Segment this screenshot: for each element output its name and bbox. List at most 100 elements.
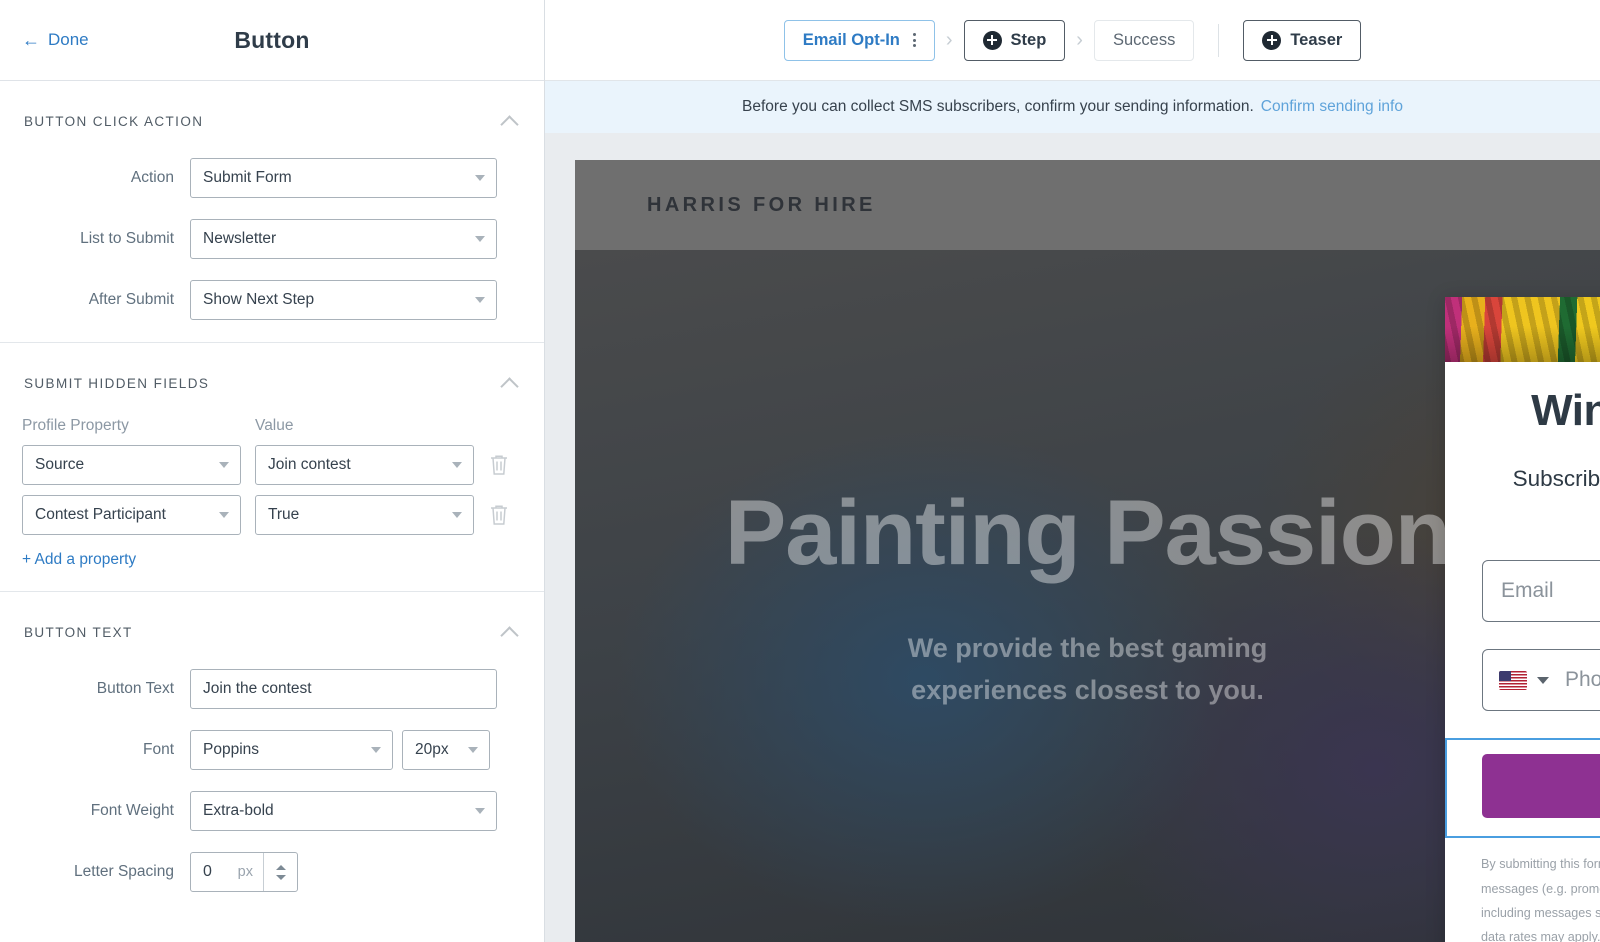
kebab-menu-icon[interactable] (912, 33, 916, 47)
delete-row-icon[interactable] (488, 453, 510, 477)
hero-line-1: We provide the best gaming (907, 632, 1268, 663)
field-button-text: Button Text Join the contest (0, 661, 544, 709)
app-root: ← Done Button BUTTON CLICK ACTION Action… (0, 0, 1600, 942)
after-submit-value: Show Next Step (203, 291, 315, 308)
stepper-down-icon[interactable] (275, 874, 286, 880)
us-flag-icon (1499, 670, 1527, 690)
step-separator-icon: › (1076, 28, 1083, 51)
hidden-field-row: Source Join contest (0, 435, 544, 485)
hero-line-2: experiences closest to you. (911, 674, 1264, 705)
chevron-down-icon (475, 236, 485, 242)
field-label: Font (142, 741, 174, 758)
chevron-up-icon[interactable] (500, 111, 520, 131)
section-title: BUTTON TEXT (24, 624, 133, 640)
chevron-down-icon (475, 297, 485, 303)
step-label: Email Opt-In (802, 30, 900, 49)
field-after-submit: After Submit Show Next Step (0, 272, 544, 320)
section-header[interactable]: BUTTON TEXT (0, 592, 544, 648)
confirm-sending-info-link[interactable]: Confirm sending info (1261, 98, 1403, 116)
field-list-to-submit: List to Submit Newsletter (0, 211, 544, 259)
chevron-down-icon (219, 512, 229, 518)
profile-property-select[interactable]: Contest Participant (22, 495, 241, 535)
chevron-down-icon[interactable] (1537, 676, 1549, 684)
done-button[interactable]: ← Done (22, 30, 89, 50)
done-label: Done (48, 30, 89, 49)
chevron-down-icon (219, 462, 229, 468)
phone-field[interactable]: Phone Number (1482, 649, 1600, 712)
hidden-field-value: True (268, 506, 300, 523)
step-label: Step (1010, 30, 1047, 49)
popup-hero-image (1445, 297, 1600, 362)
plus-circle-icon (1262, 30, 1282, 50)
hidden-field-value: Join contest (268, 456, 351, 473)
font-weight-select[interactable]: Extra-bold (190, 791, 497, 831)
steps: Email Opt-In › Step › Success Teaser (783, 19, 1362, 61)
section-header[interactable]: BUTTON CLICK ACTION (0, 81, 544, 137)
button-settings-panel: ← Done Button BUTTON CLICK ACTION Action… (0, 0, 545, 942)
column-header-value: Value (255, 417, 294, 434)
section-button-text: BUTTON TEXT Button Text Join the contest… (0, 592, 544, 914)
section-title: BUTTON CLICK ACTION (24, 113, 204, 129)
button-text-value: Join the contest (203, 680, 312, 697)
chevron-down-icon (452, 512, 462, 518)
after-submit-select[interactable]: Show Next Step (190, 280, 497, 320)
hidden-field-value-select[interactable]: Join contest (255, 445, 474, 485)
chevron-down-icon (475, 808, 485, 814)
add-step-button[interactable]: Step (963, 19, 1066, 61)
banner-message: Before you can collect SMS subscribers, … (742, 98, 1254, 115)
font-size-value: 20px (415, 741, 449, 758)
font-family-select[interactable]: Poppins (190, 730, 393, 770)
field-label: Button Text (96, 680, 174, 697)
chevron-up-icon[interactable] (500, 622, 520, 642)
chevron-down-icon (468, 747, 478, 753)
field-label: Font Weight (90, 802, 174, 819)
field-font: Font Poppins 20px (0, 722, 544, 770)
popup-body: Win a free bouquet! Subscribe to our ema… (1445, 362, 1600, 839)
field-label: Action (130, 169, 174, 186)
selected-element-outline: Join the contest (1445, 738, 1600, 839)
button-text-input[interactable]: Join the contest (190, 669, 497, 709)
legal-part-1: By submitting this form and signing up f… (1481, 857, 1600, 896)
plus-circle-icon (982, 30, 1002, 50)
letter-spacing-value: 0 (203, 863, 212, 880)
profile-property-value: Source (35, 456, 85, 473)
action-select[interactable]: Submit Form (190, 158, 497, 198)
sms-confirm-banner: Before you can collect SMS subscribers, … (545, 81, 1600, 133)
delete-row-icon[interactable] (488, 503, 510, 527)
join-contest-button[interactable]: Join the contest (1482, 754, 1600, 819)
chevron-up-icon[interactable] (500, 373, 520, 393)
section-submit-hidden-fields: SUBMIT HIDDEN FIELDS Profile Property Va… (0, 343, 544, 592)
hero-title: Painting Passion (724, 481, 1451, 584)
step-separator-icon: › (945, 28, 953, 51)
panel-header: ← Done Button (0, 0, 544, 81)
letter-spacing-input[interactable]: 0 px (191, 853, 263, 891)
email-placeholder: Email (1501, 579, 1554, 603)
column-header-profile-property: Profile Property (22, 417, 129, 434)
popup-heading: Win a free bouquet! (1531, 386, 1600, 435)
list-to-submit-select[interactable]: Newsletter (190, 219, 497, 259)
profile-property-value: Contest Participant (35, 506, 166, 523)
add-teaser-button[interactable]: Teaser (1243, 19, 1362, 61)
font-size-select[interactable]: 20px (402, 730, 490, 770)
list-to-submit-value: Newsletter (203, 230, 277, 247)
step-label: Success (1112, 30, 1176, 49)
section-title: SUBMIT HIDDEN FIELDS (24, 375, 210, 391)
chevron-down-icon (371, 747, 381, 753)
letter-spacing-unit: px (237, 864, 253, 880)
hidden-field-value-select[interactable]: True (255, 495, 474, 535)
field-font-weight: Font Weight Extra-bold (0, 783, 544, 831)
field-label: List to Submit (80, 230, 174, 247)
step-tab-email-opt-in[interactable]: Email Opt-In (783, 19, 935, 61)
section-header[interactable]: SUBMIT HIDDEN FIELDS (0, 343, 544, 399)
profile-property-select[interactable]: Source (22, 445, 241, 485)
field-label: Letter Spacing (74, 863, 174, 880)
site-preview: HARRIS FOR HIRE Painting Passion We prov… (545, 133, 1600, 942)
letter-spacing-stepper[interactable]: 0 px (190, 852, 298, 892)
step-navigation-bar: Email Opt-In › Step › Success Teaser (545, 0, 1600, 81)
stepper-arrows[interactable] (263, 853, 297, 891)
email-field[interactable]: Email (1482, 560, 1600, 623)
site-logo: HARRIS FOR HIRE (647, 193, 876, 216)
step-tab-success[interactable]: Success (1093, 19, 1195, 61)
stepper-up-icon[interactable] (275, 864, 286, 870)
add-property-link[interactable]: + Add a property (0, 535, 544, 569)
